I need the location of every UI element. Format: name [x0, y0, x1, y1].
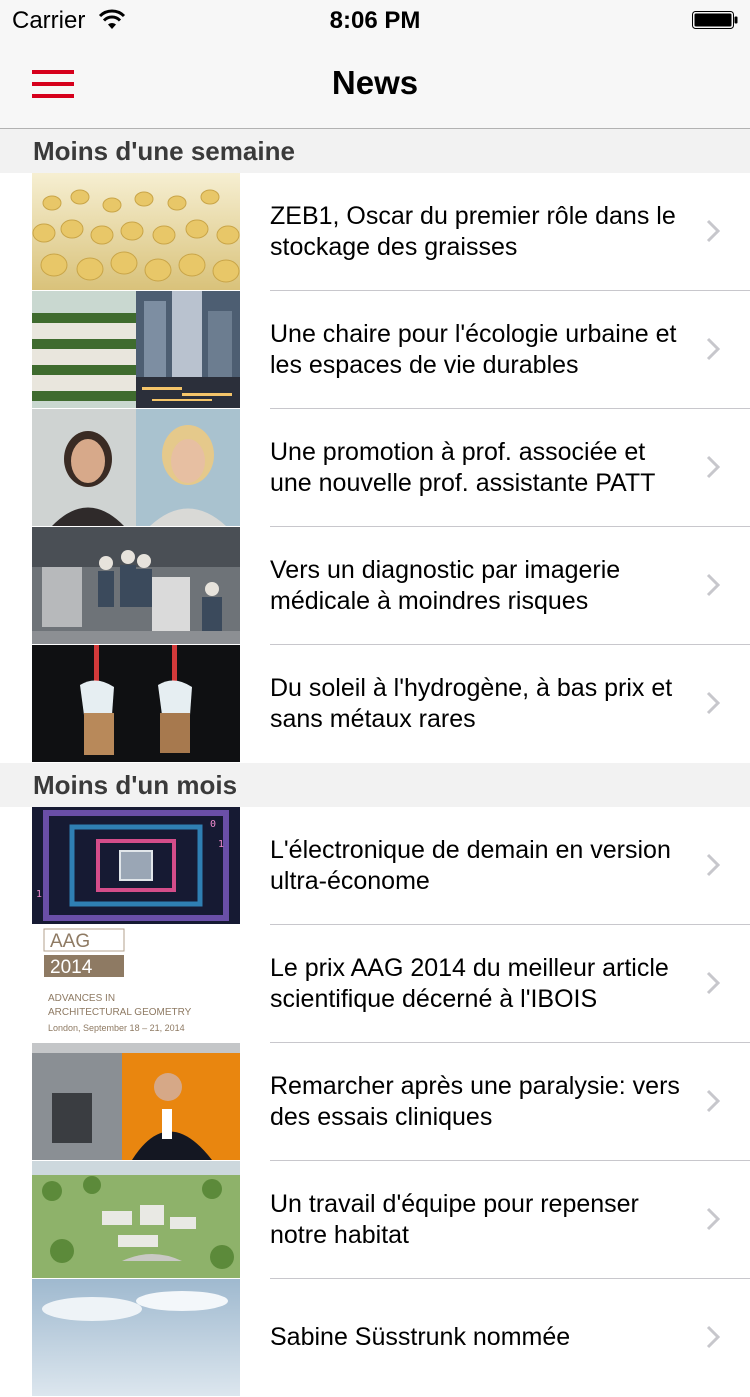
news-title: Un travail d'équipe pour repenser notre … [270, 1189, 639, 1249]
clock: 8:06 PM [329, 7, 421, 34]
chevron-right-icon [706, 573, 720, 597]
news-title: Le prix AAG 2014 du meilleur article sci… [270, 953, 669, 1013]
news-item[interactable]: AAG 2014 ADVANCES IN ARCHITECTURAL GEOME… [0, 925, 750, 1043]
section-header: Moins d'un mois [0, 763, 750, 807]
news-title: Une promotion à prof. associée et une no… [270, 437, 656, 497]
news-title: Vers un diagnostic par imagerie médicale… [270, 555, 621, 615]
news-list[interactable]: Moins d'une semaine ZEB1, Oscar du premi… [0, 129, 750, 1397]
news-thumbnail [32, 173, 240, 290]
aag-subtitle-2: ARCHITECTURAL GEOMETRY [48, 1007, 192, 1018]
news-thumbnail [32, 1161, 240, 1278]
news-item[interactable]: Remarcher après une paralysie: vers des … [0, 1043, 750, 1161]
news-thumbnail [32, 527, 240, 644]
news-title: Sabine Süsstrunk nommée [270, 1323, 571, 1351]
news-thumbnail [32, 409, 240, 526]
chevron-right-icon [706, 455, 720, 479]
news-title: Remarcher après une paralysie: vers des … [270, 1071, 680, 1131]
news-item[interactable]: Un travail d'équipe pour repenser notre … [0, 1161, 750, 1279]
chevron-right-icon [706, 219, 720, 243]
aag-date: London, September 18 – 21, 2014 [48, 1023, 185, 1033]
chevron-right-icon [706, 853, 720, 877]
news-thumbnail: AAG 2014 ADVANCES IN ARCHITECTURAL GEOME… [32, 925, 240, 1042]
chevron-right-icon [706, 691, 720, 715]
news-item[interactable]: Du soleil à l'hydrogène, à bas prix et s… [0, 645, 750, 763]
news-title: L'électronique de demain en version ultr… [270, 835, 671, 895]
status-bar: Carrier 8:06 PM [0, 0, 750, 40]
news-thumbnail: 011 [32, 807, 240, 924]
aag-subtitle-1: ADVANCES IN [48, 993, 115, 1004]
battery-icon [692, 11, 738, 29]
news-thumbnail [32, 645, 240, 762]
news-title: ZEB1, Oscar du premier rôle dans le stoc… [270, 201, 676, 261]
svg-text:1: 1 [218, 839, 224, 850]
aag-logo-top: AAG [50, 931, 90, 952]
aag-logo-bottom: 2014 [50, 957, 93, 978]
news-item[interactable]: 011 L'électronique de demain en version … [0, 807, 750, 925]
news-item[interactable]: ZEB1, Oscar du premier rôle dans le stoc… [0, 173, 750, 291]
chevron-right-icon [706, 1325, 720, 1349]
news-thumbnail [32, 1043, 240, 1160]
svg-text:0: 0 [210, 819, 216, 830]
news-thumbnail [32, 291, 240, 408]
news-item[interactable]: Vers un diagnostic par imagerie médicale… [0, 527, 750, 645]
chevron-right-icon [706, 337, 720, 361]
page-title: News [331, 64, 419, 101]
chevron-right-icon [706, 971, 720, 995]
news-title: Une chaire pour l'écologie urbaine et le… [270, 319, 677, 379]
news-item[interactable]: Une promotion à prof. associée et une no… [0, 409, 750, 527]
chevron-right-icon [706, 1089, 720, 1113]
section-header: Moins d'une semaine [0, 129, 750, 173]
news-item[interactable]: Une chaire pour l'écologie urbaine et le… [0, 291, 750, 409]
navigation-bar: News [0, 40, 750, 129]
news-item[interactable]: Sabine Süsstrunk nommée [0, 1279, 750, 1397]
svg-text:1: 1 [36, 889, 42, 900]
chevron-right-icon [706, 1207, 720, 1231]
news-thumbnail [32, 1279, 240, 1396]
news-title: Du soleil à l'hydrogène, à bas prix et s… [270, 673, 673, 733]
